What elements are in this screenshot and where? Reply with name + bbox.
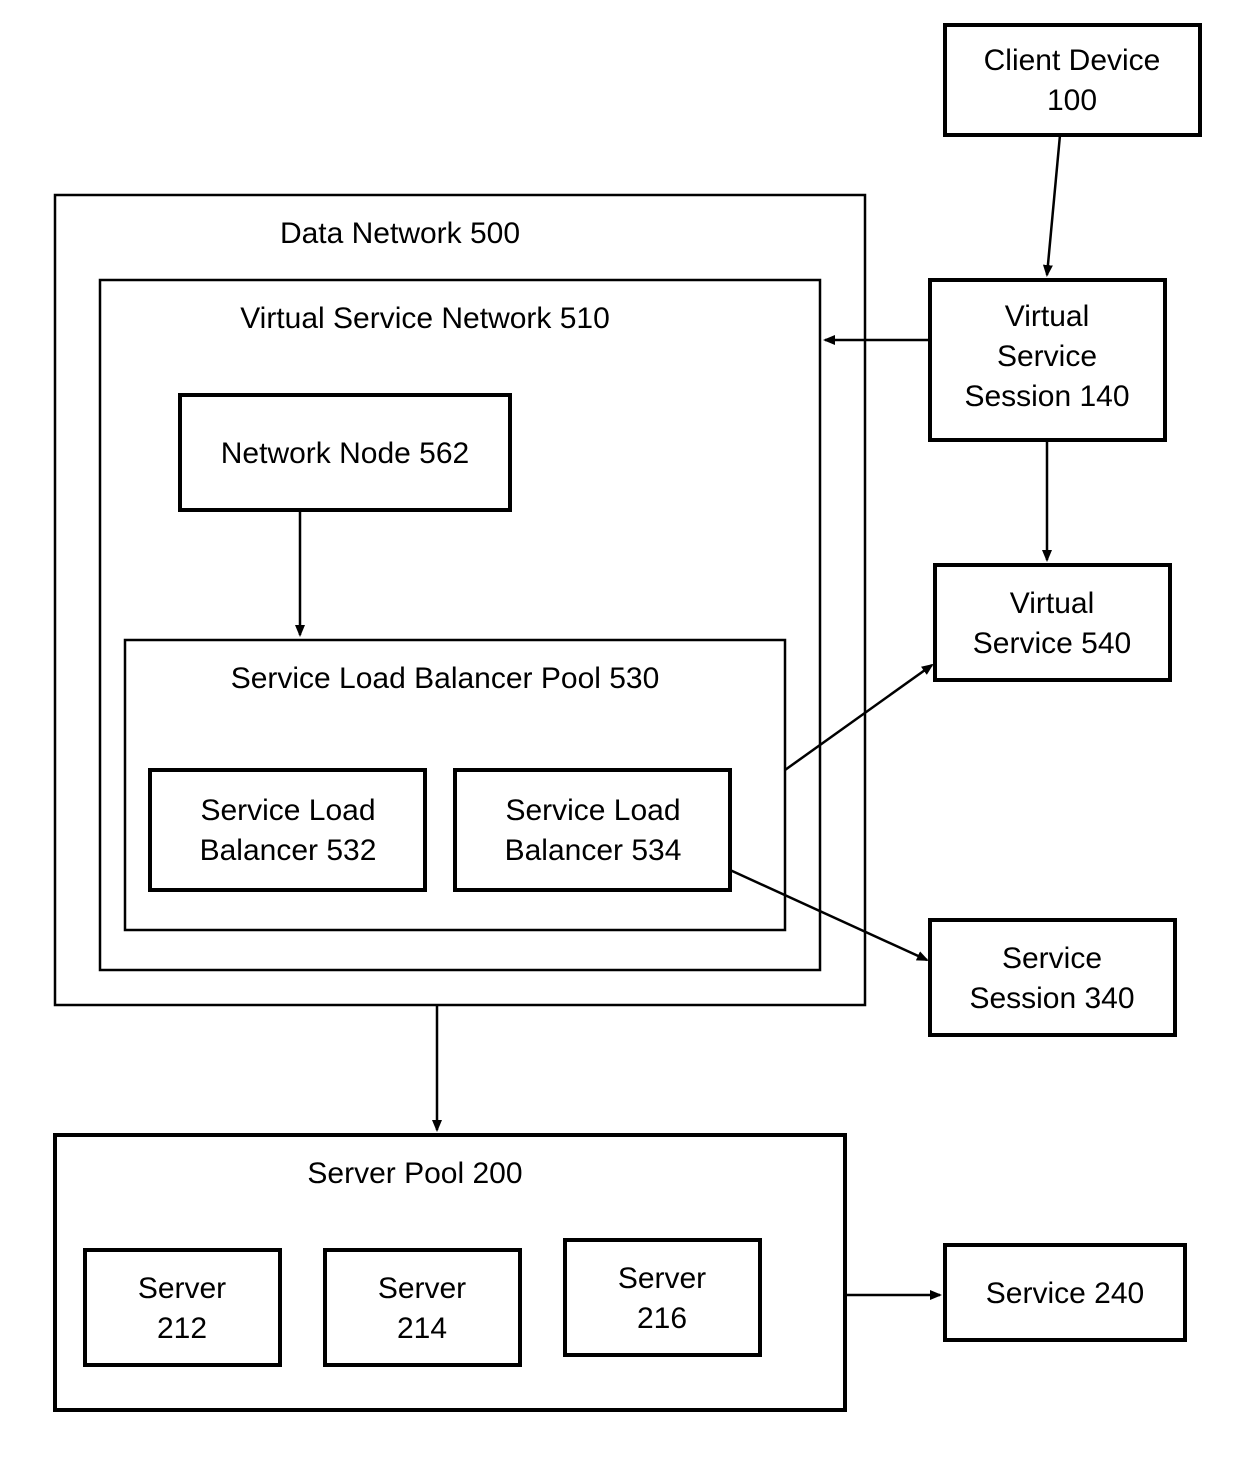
service-240-label: Service 240 [986, 1277, 1144, 1310]
client-device-box [945, 25, 1200, 135]
slb-532-line2: Balancer 532 [200, 834, 377, 867]
slb-532-box [150, 770, 425, 890]
client-device-line2: 100 [1047, 84, 1097, 117]
network-node-label: Network Node 562 [221, 437, 469, 470]
vss-line1: Virtual [1005, 300, 1090, 333]
server-214-line1: Server [378, 1272, 466, 1305]
ss340-line2: Session 340 [969, 982, 1134, 1015]
service-session-box [930, 920, 1175, 1035]
server-212-box [85, 1250, 280, 1365]
vss-line3: Session 140 [964, 380, 1129, 413]
virtual-service-line2: Service 540 [973, 627, 1131, 660]
slb-534-line2: Balancer 534 [505, 834, 682, 867]
server-216-box [565, 1240, 760, 1355]
server-212-line1: Server [138, 1272, 226, 1305]
client-device-line1: Client Device [984, 44, 1161, 77]
virtual-service-box [935, 565, 1170, 680]
data-network-title: Data Network 500 [280, 217, 520, 250]
virtual-service-network-title: Virtual Service Network 510 [240, 302, 610, 335]
server-pool-title: Server Pool 200 [307, 1157, 522, 1190]
slb-532-line1: Service Load [200, 794, 375, 827]
ss340-line1: Service [1002, 942, 1102, 975]
slb-534-box [455, 770, 730, 890]
server-214-line2: 214 [397, 1312, 447, 1345]
arrow-client-to-vss [1047, 135, 1060, 275]
slb-534-line1: Service Load [505, 794, 680, 827]
slb-pool-title: Service Load Balancer Pool 530 [231, 662, 660, 695]
virtual-service-line1: Virtual [1010, 587, 1095, 620]
diagram-canvas: Data Network 500 Virtual Service Network… [0, 0, 1240, 1466]
server-216-line1: Server [618, 1262, 706, 1295]
server-212-line2: 212 [157, 1312, 207, 1345]
server-216-line2: 216 [637, 1302, 687, 1335]
vss-line2: Service [997, 340, 1097, 373]
server-214-box [325, 1250, 520, 1365]
